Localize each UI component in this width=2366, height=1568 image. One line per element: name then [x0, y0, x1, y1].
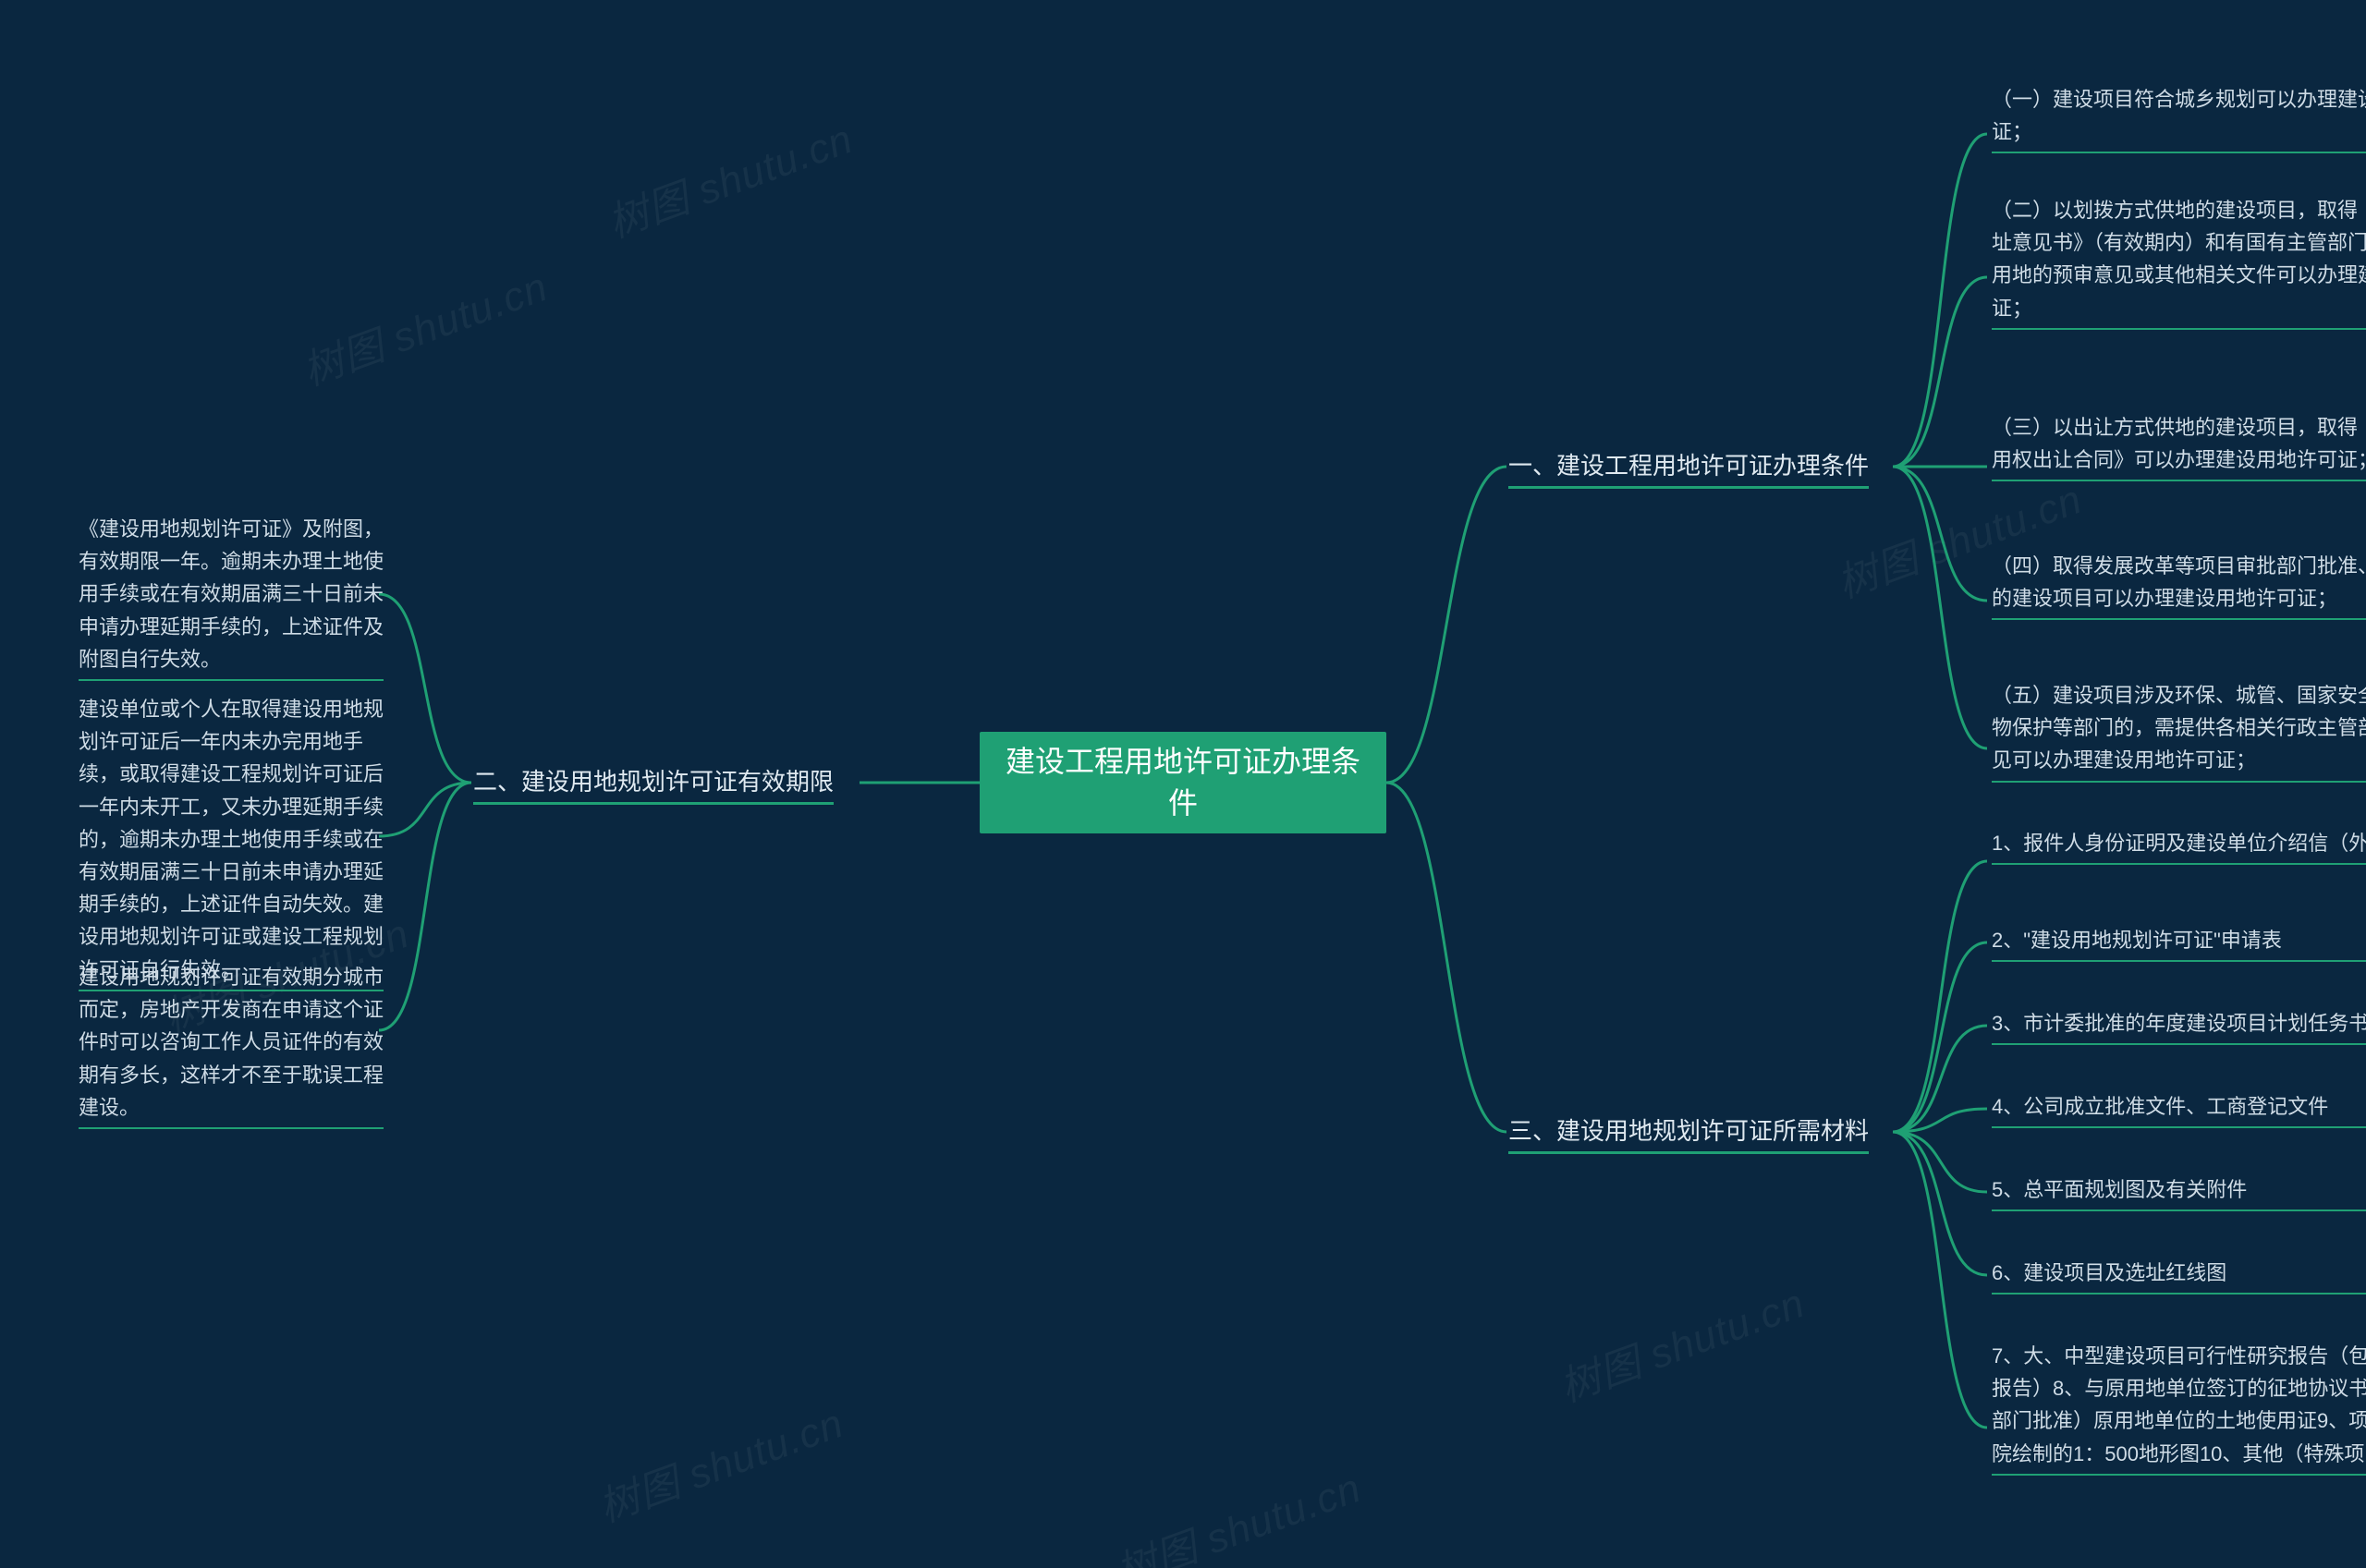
leaf-text: （五）建设项目涉及环保、城管、国家安全、消防、文物保护等部门的，需提供各相关行政…	[1992, 679, 2366, 783]
branch-3-leaf-4[interactable]: 4、公司成立批准文件、工商登记文件	[1992, 1090, 2366, 1128]
branch-3-leaf-6[interactable]: 6、建设项目及选址红线图	[1992, 1257, 2366, 1295]
branch-2-leaf-1b[interactable]: 《建设用地规划许可证》及附图，有效期限一年。逾期未办理土地使用手续或在有效期届满…	[79, 513, 384, 681]
watermark: 树图 shutu.cn	[293, 253, 555, 396]
watermark: 树图 shutu.cn	[589, 1390, 850, 1533]
branch-3-leaf-5[interactable]: 5、总平面规划图及有关附件	[1992, 1173, 2366, 1211]
branch-1-leaf-2[interactable]: （二）以划拨方式供地的建设项目，取得《建设项目选址意见书》（有效期内）和有国有主…	[1992, 194, 2366, 330]
branch-3-leaf-7[interactable]: 7、大、中型建设项目可行性研究报告（包括环境评估报告）8、与原用地单位签订的征地…	[1992, 1340, 2366, 1476]
watermark: 树图 shutu.cn	[1106, 1454, 1368, 1568]
leaf-text: 建设单位或个人在取得建设用地规划许可证后一年内未办完用地手续，或取得建设工程规划…	[79, 693, 384, 991]
root-title: 建设工程用地许可证办理条件	[998, 741, 1368, 824]
branch-1-leaf-1[interactable]: （一）建设项目符合城乡规划可以办理建设用地许可证；	[1992, 83, 2366, 153]
leaf-text: 2、"建设用地规划许可证"申请表	[1992, 924, 2366, 962]
branch-2[interactable]: 二、建设用地规划许可证有效期限	[473, 765, 834, 805]
branch-3-leaf-2[interactable]: 2、"建设用地规划许可证"申请表	[1992, 924, 2366, 962]
leaf-text: 建设用地规划许可证有效期分城市而定，房地产开发商在申请这个证件时可以咨询工作人员…	[79, 961, 384, 1129]
leaf-text: （一）建设项目符合城乡规划可以办理建设用地许可证；	[1992, 83, 2366, 153]
branch-1-label: 一、建设工程用地许可证办理条件	[1508, 449, 1869, 489]
branch-3-label: 三、建设用地规划许可证所需材料	[1508, 1114, 1869, 1154]
leaf-text: 5、总平面规划图及有关附件	[1992, 1173, 2366, 1211]
leaf-text: （三）以出让方式供地的建设项目，取得《国有土地使用权出让合同》可以办理建设用地许…	[1992, 411, 2366, 481]
leaf-text: （二）以划拨方式供地的建设项目，取得《建设项目选址意见书》（有效期内）和有国有主…	[1992, 194, 2366, 330]
branch-1-leaf-3[interactable]: （三）以出让方式供地的建设项目，取得《国有土地使用权出让合同》可以办理建设用地许…	[1992, 411, 2366, 481]
branch-1-leaf-5[interactable]: （五）建设项目涉及环保、城管、国家安全、消防、文物保护等部门的，需提供各相关行政…	[1992, 679, 2366, 783]
leaf-text: （四）取得发展改革等项目审批部门批准、核准、备案的建设项目可以办理建设用地许可证…	[1992, 550, 2366, 620]
branch-2-leaf-2[interactable]: 建设单位或个人在取得建设用地规划许可证后一年内未办完用地手续，或取得建设工程规划…	[79, 693, 384, 991]
branch-3-leaf-1[interactable]: 1、报件人身份证明及建设单位介绍信（外商委托书）	[1992, 827, 2366, 865]
branch-1-leaf-4[interactable]: （四）取得发展改革等项目审批部门批准、核准、备案的建设项目可以办理建设用地许可证…	[1992, 550, 2366, 620]
branch-1[interactable]: 一、建设工程用地许可证办理条件	[1508, 449, 1869, 489]
branch-3-leaf-3[interactable]: 3、市计委批准的年度建设项目计划任务书	[1992, 1007, 2366, 1045]
root-node[interactable]: 建设工程用地许可证办理条件	[980, 732, 1386, 833]
branch-2-leaf-3[interactable]: 建设用地规划许可证有效期分城市而定，房地产开发商在申请这个证件时可以咨询工作人员…	[79, 961, 384, 1129]
leaf-text: 7、大、中型建设项目可行性研究报告（包括环境评估报告）8、与原用地单位签订的征地…	[1992, 1340, 2366, 1476]
watermark: 树图 shutu.cn	[598, 105, 860, 249]
leaf-text: 《建设用地规划许可证》及附图，有效期限一年。逾期未办理土地使用手续或在有效期届满…	[79, 513, 384, 681]
branch-2-label: 二、建设用地规划许可证有效期限	[473, 765, 834, 805]
watermark: 树图 shutu.cn	[1550, 1270, 1811, 1413]
leaf-text: 6、建设项目及选址红线图	[1992, 1257, 2366, 1295]
leaf-text: 4、公司成立批准文件、工商登记文件	[1992, 1090, 2366, 1128]
leaf-text: 1、报件人身份证明及建设单位介绍信（外商委托书）	[1992, 827, 2366, 865]
leaf-text: 3、市计委批准的年度建设项目计划任务书	[1992, 1007, 2366, 1045]
branch-3[interactable]: 三、建设用地规划许可证所需材料	[1508, 1114, 1869, 1154]
